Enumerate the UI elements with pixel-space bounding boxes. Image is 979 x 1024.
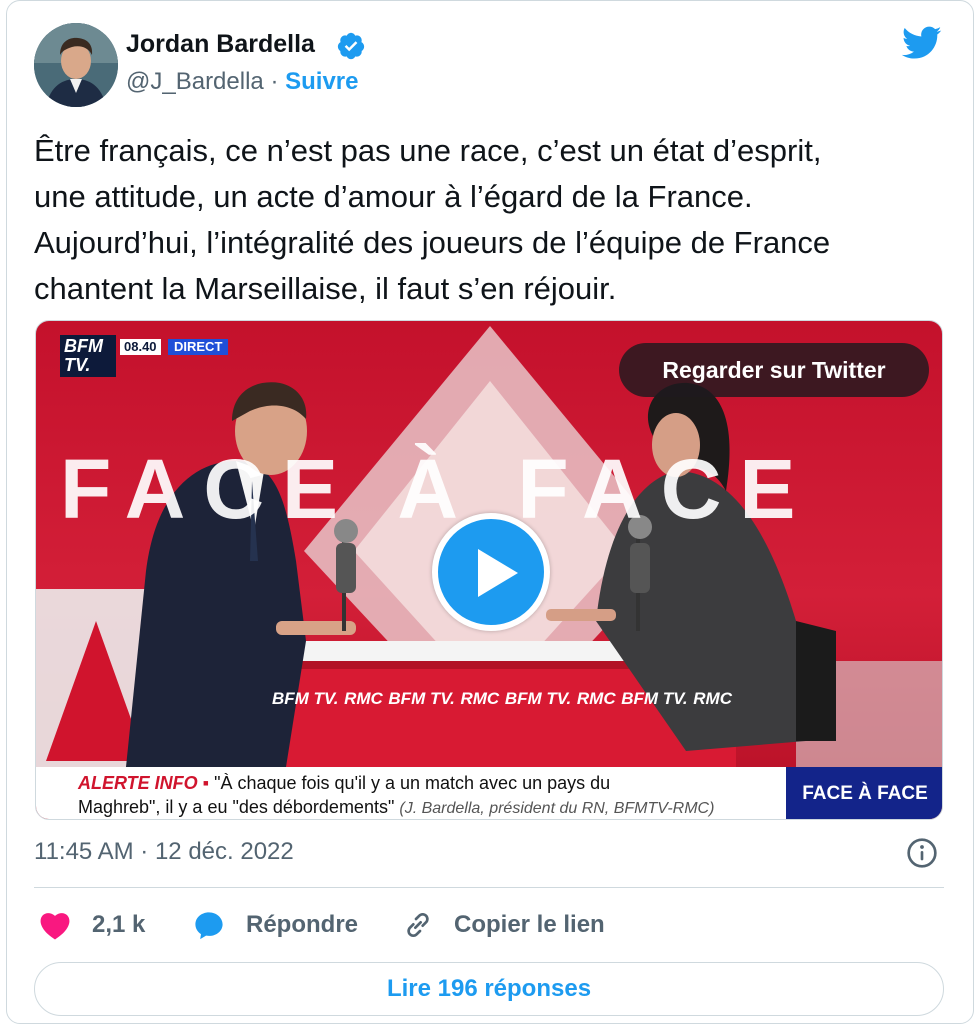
- tweet-line: Être français, ce n’est pas une race, c’…: [34, 133, 822, 168]
- like-button[interactable]: 2,1 k: [38, 905, 145, 945]
- live-badge: DIRECT: [168, 339, 229, 355]
- desk-logo: RMC: [693, 689, 732, 708]
- desk-logo: BFM TV.: [388, 689, 455, 708]
- author-name[interactable]: Jordan Bardella: [126, 30, 315, 59]
- ticker-credit: (J. Bardella, président du RN, BFMTV-RMC…: [399, 800, 715, 817]
- reply-label: Répondre: [246, 911, 359, 938]
- follow-button[interactable]: Suivre: [285, 68, 358, 95]
- author-handle[interactable]: @J_Bardella: [126, 68, 264, 95]
- desk-logo: RMC: [576, 689, 616, 708]
- read-replies-button[interactable]: Lire 196 réponses: [34, 962, 944, 1016]
- tweet-line: chantent la Marseillaise, il faut s’en r…: [34, 271, 617, 306]
- copy-link-label: Copier le lien: [454, 911, 605, 938]
- ticker-alert: ALERTE INFO ▪: [78, 773, 210, 793]
- video-player[interactable]: FACE À FACE BFM TV. RMC BFM TV. RMC BFM …: [35, 320, 943, 820]
- tweet-text: Être français, ce n’est pas une race, c’…: [34, 128, 944, 312]
- desk-logo: BFM TV.: [621, 689, 688, 708]
- verified-badge-icon: [337, 32, 365, 60]
- news-ticker: ALERTE INFO ▪ "À chaque fois qu'il y a u…: [36, 767, 786, 819]
- copy-link-button[interactable]: Copier le lien: [402, 905, 605, 945]
- desk-logo: BFM TV.: [272, 689, 339, 708]
- timestamp[interactable]: 11:45 AM · 12 déc. 2022: [34, 838, 294, 866]
- desk-logo: RMC: [460, 689, 500, 708]
- desk-logo: BFM TV.: [504, 689, 572, 708]
- avatar[interactable]: [34, 23, 118, 107]
- desk-logos: BFM TV. RMC BFM TV. RMC BFM TV. RMC BFM …: [272, 689, 732, 709]
- tweet-line: Aujourd’hui, l’intégralité des joueurs d…: [34, 225, 831, 260]
- tweet-line: une attitude, un acte d’amour à l’égard …: [34, 179, 753, 214]
- ticker-program: FACE À FACE: [786, 767, 942, 819]
- channel-logo: BFM TV.: [60, 335, 116, 377]
- info-icon[interactable]: [906, 837, 938, 869]
- ticker-line: "À chaque fois qu'il y a un match avec u…: [214, 773, 611, 793]
- watch-on-twitter-button[interactable]: Regarder sur Twitter: [619, 343, 929, 397]
- ticker-line: Maghreb", il y a eu "des débordements": [78, 797, 395, 817]
- desk-logo: RMC: [344, 689, 383, 708]
- handle-row: @J_Bardella · Suivre: [126, 68, 358, 96]
- like-count: 2,1 k: [92, 911, 146, 938]
- reply-button[interactable]: Répondre: [192, 905, 358, 945]
- reply-icon: [195, 912, 223, 940]
- handle-separator: ·: [270, 68, 279, 95]
- link-icon: [407, 912, 429, 938]
- broadcast-clock: 08.40: [120, 339, 161, 355]
- twitter-bird-icon[interactable]: [902, 26, 942, 60]
- play-icon[interactable]: [432, 513, 550, 631]
- divider: [34, 887, 944, 888]
- heart-icon: [40, 913, 70, 940]
- action-bar: 2,1 k Répondre Copier le lien: [34, 905, 944, 945]
